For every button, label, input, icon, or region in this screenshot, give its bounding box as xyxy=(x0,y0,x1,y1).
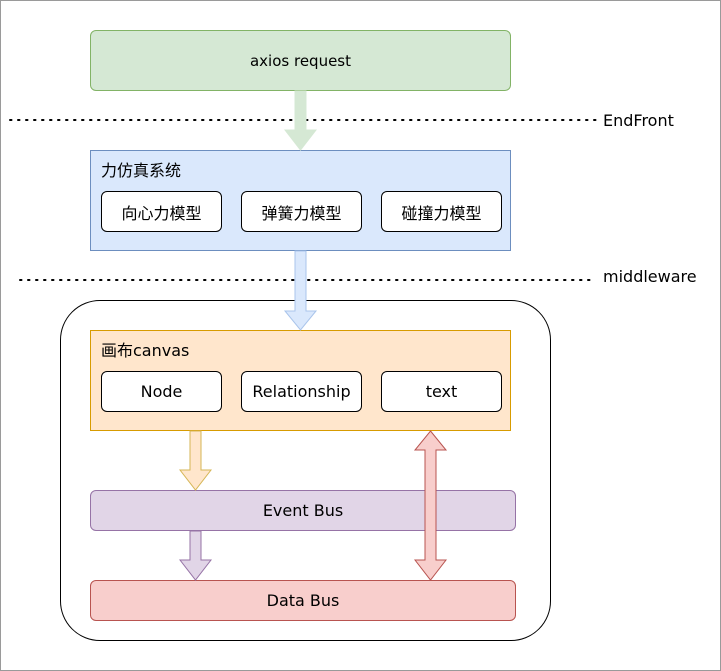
node-label: Node xyxy=(140,382,183,401)
middleware-label: middleware xyxy=(603,267,697,286)
event-bus-box: Event Bus xyxy=(90,490,516,531)
axios-request-label: axios request xyxy=(249,51,351,70)
collision-model-label: 碰撞力模型 xyxy=(401,203,482,223)
text-label: text xyxy=(425,382,458,401)
collision-model-box: 碰撞力模型 xyxy=(381,191,502,232)
relationship-label: Relationship xyxy=(252,382,351,401)
node-box: Node xyxy=(101,371,222,412)
spring-model-box: 弹簧力模型 xyxy=(241,191,362,232)
event-bus-label: Event Bus xyxy=(262,501,344,520)
text-box: text xyxy=(381,371,502,412)
physics-system-title: 力仿真系统 xyxy=(101,161,182,180)
centripetal-model-box: 向心力模型 xyxy=(101,191,222,232)
canvas-container: 画布canvas Node Relationship text xyxy=(90,330,511,431)
axios-request-box: axios request xyxy=(90,30,511,91)
spring-model-label: 弹簧力模型 xyxy=(261,203,342,223)
relationship-box: Relationship xyxy=(241,371,362,412)
endfront-label: EndFront xyxy=(603,111,674,130)
canvas-title: 画布canvas xyxy=(101,341,190,360)
data-bus-label: Data Bus xyxy=(266,591,340,610)
physics-system-container: 力仿真系统 向心力模型 弹簧力模型 碰撞力模型 xyxy=(90,150,511,251)
centripetal-model-label: 向心力模型 xyxy=(121,203,202,223)
data-bus-box: Data Bus xyxy=(90,580,516,621)
